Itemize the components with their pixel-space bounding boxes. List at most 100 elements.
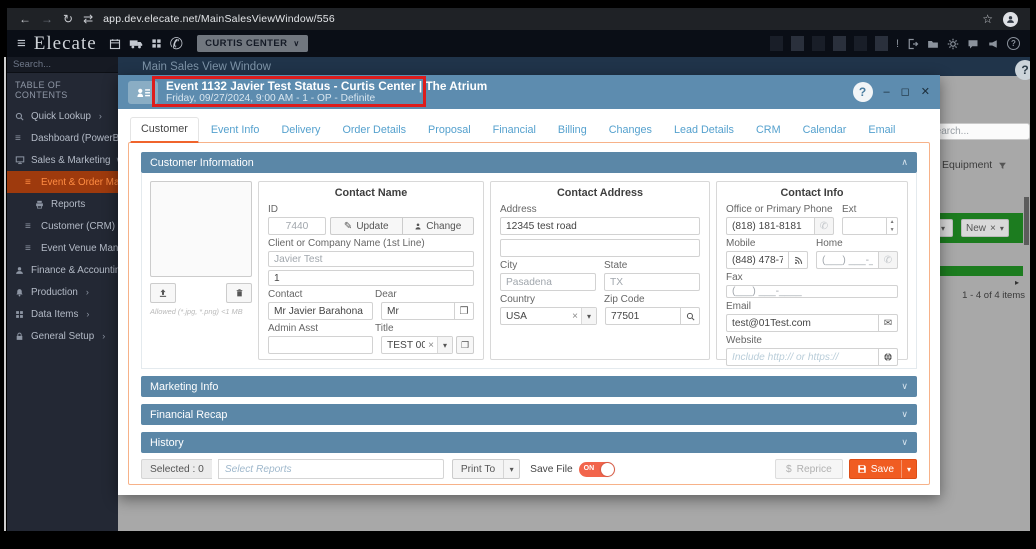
vertical-scrollbar[interactable] [1024, 197, 1029, 245]
tab-lead-details[interactable]: Lead Details [664, 119, 744, 142]
office-call-button[interactable]: ✆ [815, 217, 834, 235]
save-dropdown-icon[interactable]: ▾ [901, 460, 916, 478]
app-logo[interactable]: Elecate [34, 33, 97, 55]
clear-icon[interactable]: × [990, 223, 996, 234]
modal-help-button[interactable]: ? [852, 82, 873, 102]
gear-icon[interactable] [947, 38, 959, 50]
browser-profile-avatar[interactable] [1003, 11, 1018, 27]
bookmark-star-icon[interactable]: ☆ [982, 13, 993, 25]
chat-bubble-icon[interactable] [967, 38, 979, 50]
chevron-down-icon[interactable]: ∨ [901, 437, 908, 448]
sidebar-item-finance-accounting[interactable]: Finance & Accounting [7, 259, 118, 281]
maximize-button[interactable]: ◻ [901, 86, 910, 98]
truck-icon[interactable] [129, 38, 143, 49]
section-marketing-info[interactable]: Marketing Info ∨ [141, 376, 917, 397]
dropdown-icon[interactable]: ▾ [1000, 224, 1004, 233]
sidebar-item-production[interactable]: Production › [7, 281, 118, 303]
tab-proposal[interactable]: Proposal [418, 119, 481, 142]
sidebar-item-event-order-man[interactable]: ≡ Event & Order Man.. [7, 171, 118, 193]
dear-field[interactable] [381, 302, 455, 320]
spin-down-icon[interactable]: ▼ [887, 226, 897, 234]
home-call-button[interactable]: ✆ [879, 251, 898, 269]
save-button[interactable]: Save ▾ [848, 459, 917, 479]
scroll-right-icon[interactable]: ▸ [1015, 278, 1019, 287]
photo-placeholder[interactable] [150, 181, 252, 277]
alert-bang-icon[interactable]: ! [896, 38, 899, 50]
dropdown-icon[interactable]: ▾ [581, 308, 596, 324]
tab-crm[interactable]: CRM [746, 119, 791, 142]
clear-icon[interactable]: × [569, 311, 581, 322]
megaphone-icon[interactable] [987, 38, 999, 50]
zip-code-field[interactable] [605, 307, 681, 325]
tab-changes[interactable]: Changes [599, 119, 662, 142]
close-button[interactable]: ✕ [921, 86, 930, 98]
section-customer-information[interactable]: Customer Information ∧ [141, 152, 917, 173]
modal-header[interactable]: Event 1132 Javier Test Status - Curtis C… [118, 75, 940, 109]
sidebar-search-input[interactable]: Search... [7, 57, 118, 73]
folder-icon[interactable] [927, 38, 939, 50]
address-line1-field[interactable] [500, 217, 700, 235]
sidebar-item-data-items[interactable]: Data Items › [7, 303, 118, 325]
sidebar-item-event-venue[interactable]: ≡ Event Venue Manage [7, 237, 118, 259]
tab-order-details[interactable]: Order Details [332, 119, 416, 142]
tab-calendar[interactable]: Calendar [793, 119, 857, 142]
spin-up-icon[interactable]: ▲ [887, 218, 897, 226]
booth-grid-icon[interactable] [151, 38, 162, 49]
email-field[interactable] [726, 314, 879, 332]
save-file-toggle[interactable]: ON [578, 461, 615, 477]
help-icon[interactable]: ? [1007, 37, 1020, 50]
logout-icon[interactable] [907, 38, 919, 50]
ext-field[interactable] [843, 218, 887, 234]
office-phone-field[interactable] [726, 217, 815, 235]
section-financial-recap[interactable]: Financial Recap ∨ [141, 404, 917, 425]
delete-photo-button[interactable] [226, 283, 252, 303]
client-name-field[interactable] [268, 251, 474, 267]
grid-column-header-equipment[interactable]: Equipment [927, 157, 1030, 173]
zip-search-button[interactable] [681, 307, 700, 325]
address-bar-url[interactable]: app.dev.elecate.net/MainSalesViewWindow/… [103, 13, 335, 25]
state-field[interactable] [604, 273, 700, 291]
sidebar-item-dashboard[interactable]: ≡ Dashboard (PowerBI) [7, 127, 118, 149]
tab-email[interactable]: Email [858, 119, 905, 142]
send-email-button[interactable]: ✉ [879, 314, 898, 332]
sidebar-item-sales-marketing[interactable]: Sales & Marketing ∨ [7, 149, 118, 171]
mobile-signal-button[interactable] [789, 251, 808, 269]
update-button[interactable]: ✎ Update [330, 217, 402, 235]
browser-back-icon[interactable]: ← [19, 13, 31, 25]
chevron-down-icon[interactable]: ∨ [901, 409, 908, 420]
reprice-button[interactable]: $ Reprice [774, 459, 843, 479]
sidebar-item-customer-crm[interactable]: ≡ Customer (CRM) › [7, 215, 118, 237]
sidebar-item-reports[interactable]: Reports [7, 193, 118, 215]
sidebar-item-general-setup[interactable]: General Setup › [7, 325, 118, 347]
clear-icon[interactable]: × [425, 340, 437, 351]
tab-delivery[interactable]: Delivery [271, 119, 330, 142]
mobile-field[interactable] [726, 251, 789, 269]
fax-field[interactable] [726, 285, 898, 298]
select-reports-input[interactable] [217, 459, 444, 479]
print-to-button[interactable]: Print To ▾ [451, 459, 521, 479]
site-info-icon[interactable]: ⇄ [83, 13, 93, 25]
website-field[interactable] [726, 348, 879, 366]
page-help-icon[interactable]: ? [1015, 60, 1030, 80]
open-website-button[interactable] [879, 348, 898, 366]
main-menu-icon[interactable]: ≡ [17, 35, 26, 52]
filter-funnel-icon[interactable] [998, 161, 1007, 170]
browser-refresh-icon[interactable]: ↻ [63, 13, 73, 25]
title-combo[interactable]: TEST 001 × ▾ [381, 336, 453, 354]
sidebar-item-quick-lookup[interactable]: Quick Lookup › [7, 105, 118, 127]
title-copy-button[interactable]: ❐ [456, 336, 474, 354]
contact-field[interactable] [268, 302, 373, 320]
dear-copy-button[interactable]: ❐ [455, 302, 474, 320]
minimize-button[interactable]: – [884, 86, 890, 98]
phone-icon[interactable]: ✆ [170, 34, 183, 54]
tab-event-info[interactable]: Event Info [201, 119, 270, 142]
browser-forward-icon[interactable]: → [41, 13, 53, 25]
home-phone-field[interactable] [816, 251, 879, 269]
dropdown-icon[interactable]: ▾ [503, 460, 519, 478]
calendar-icon[interactable] [109, 38, 121, 50]
tab-customer[interactable]: Customer [130, 117, 199, 143]
tab-billing[interactable]: Billing [548, 119, 597, 142]
chevron-up-icon[interactable]: ∧ [901, 157, 908, 168]
address-line2-field[interactable] [500, 239, 700, 257]
dropdown-icon[interactable]: ▾ [437, 337, 452, 353]
